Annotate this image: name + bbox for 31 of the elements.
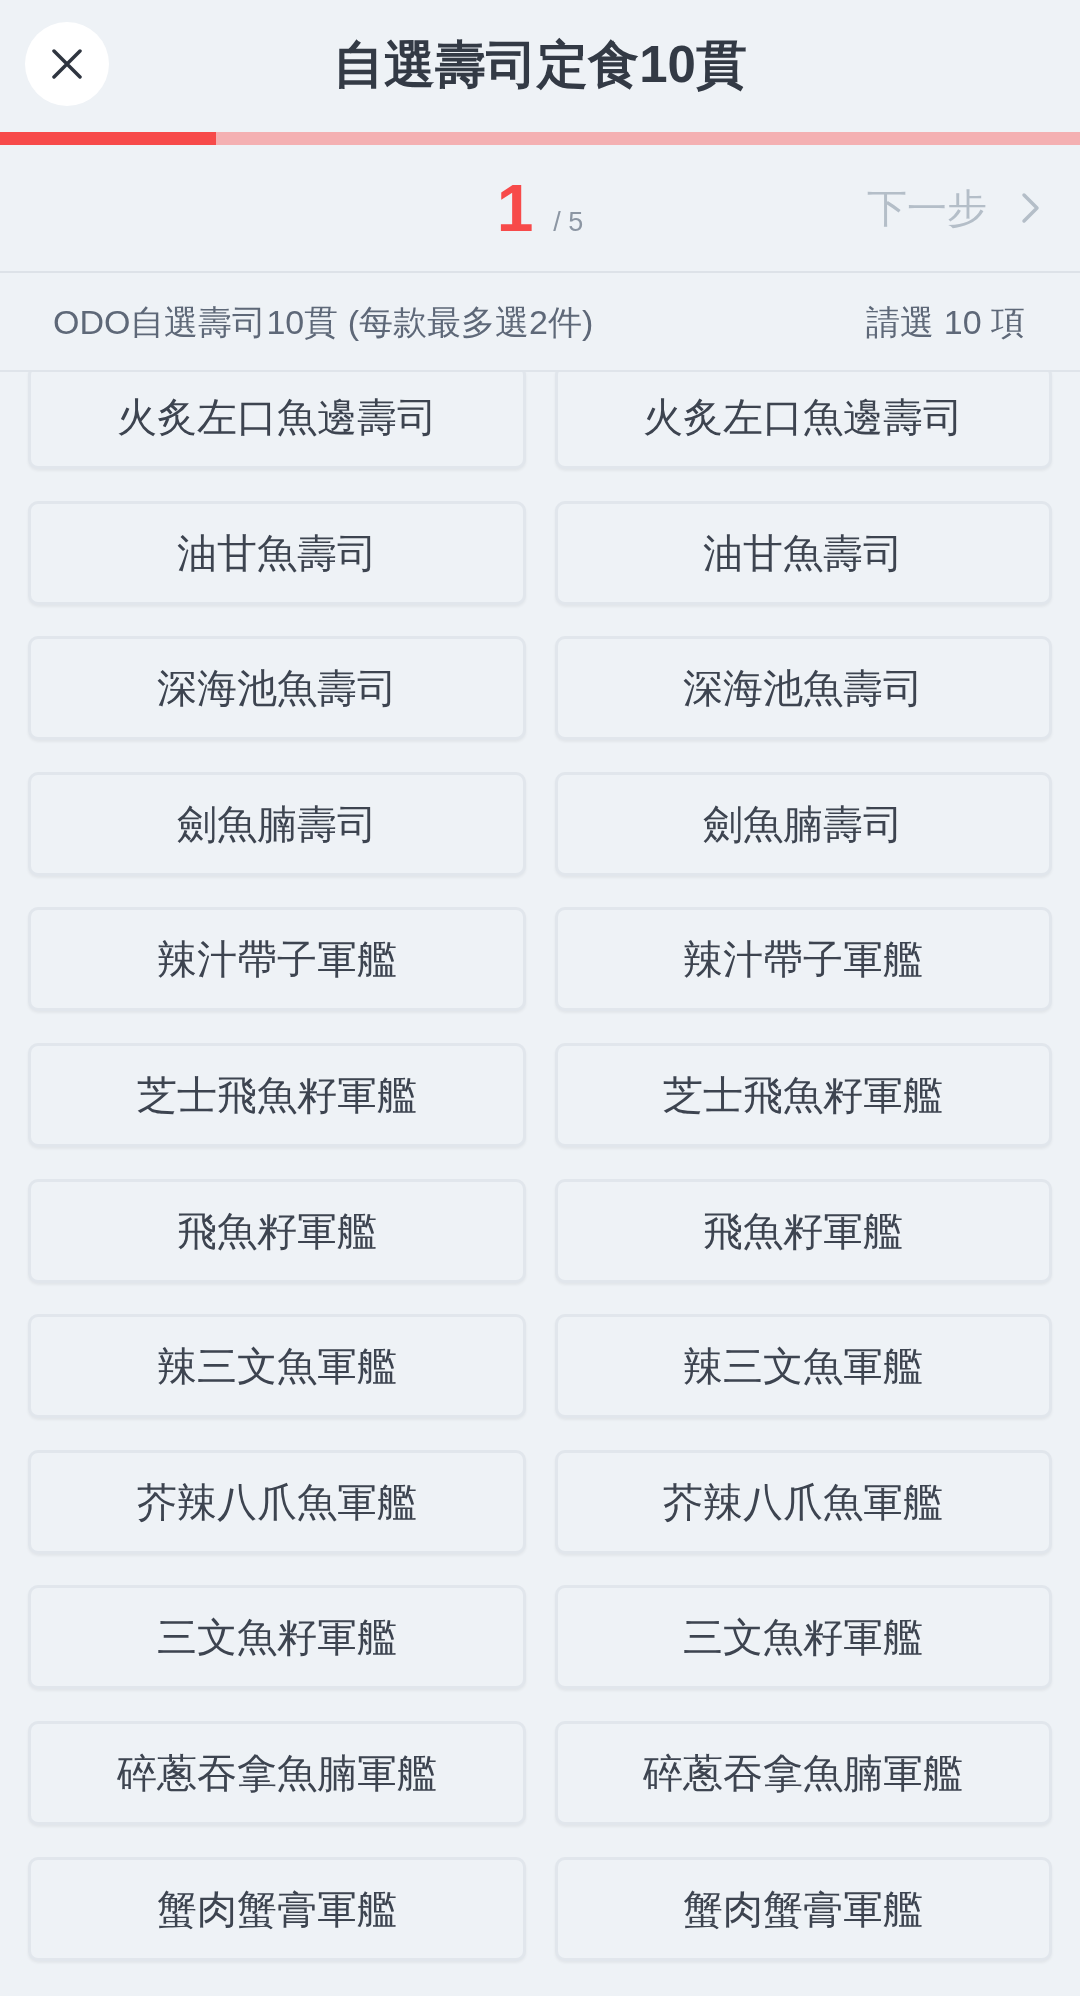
option-button[interactable]: 碎蔥吞拿魚腩軍艦 [554, 1720, 1052, 1825]
chevron-right-icon [1021, 192, 1040, 224]
option-button[interactable]: 深海池魚壽司 [28, 636, 526, 741]
option-button[interactable]: 三文魚籽軍艦 [28, 1585, 526, 1690]
current-step: 1 [496, 175, 534, 241]
option-button[interactable]: 劍魚腩壽司 [554, 771, 1052, 876]
section-title: ODO自選壽司10貫 (每款最多選2件) [53, 304, 594, 339]
option-button[interactable]: 飛魚籽軍艦 [28, 1178, 526, 1283]
option-button[interactable]: 芝士飛魚籽軍艦 [28, 1042, 526, 1147]
option-button[interactable]: 火炙左口魚邊壽司 [28, 372, 526, 469]
option-button[interactable]: 辣三文魚軍艦 [554, 1314, 1052, 1419]
option-button[interactable]: 油甘魚壽司 [554, 500, 1052, 605]
option-button[interactable]: 辣三文魚軍艦 [28, 1314, 526, 1419]
close-icon [52, 49, 82, 79]
option-button[interactable]: 芝士飛魚籽軍艦 [554, 1042, 1052, 1147]
option-button[interactable]: 碎蔥吞拿魚腩軍艦 [28, 1720, 526, 1825]
selection-requirement: 請選 10 項 [866, 304, 1025, 339]
option-button[interactable]: 蟹肉蟹膏軍艦 [554, 1856, 1052, 1961]
option-button[interactable]: 芥辣八爪魚軍艦 [28, 1449, 526, 1554]
option-button[interactable]: 芥辣八爪魚軍艦 [554, 1449, 1052, 1554]
option-button[interactable]: 劍魚腩壽司 [28, 771, 526, 876]
option-button[interactable]: 辣汁帶子軍艦 [554, 907, 1052, 1012]
total-steps: / 5 [553, 209, 584, 236]
option-button[interactable]: 蟹肉蟹膏軍艦 [28, 1856, 526, 1961]
option-button[interactable]: 火炙左口魚邊壽司 [554, 372, 1052, 469]
option-button[interactable]: 深海池魚壽司 [554, 636, 1052, 741]
page-title: 自選壽司定食10貫 [333, 38, 747, 90]
option-button[interactable]: 飛魚籽軍艦 [554, 1178, 1052, 1283]
option-button[interactable]: 三文魚籽軍艦 [554, 1585, 1052, 1690]
option-button[interactable]: 油甘魚壽司 [28, 500, 526, 605]
option-button[interactable]: 辣汁帶子軍艦 [28, 907, 526, 1012]
